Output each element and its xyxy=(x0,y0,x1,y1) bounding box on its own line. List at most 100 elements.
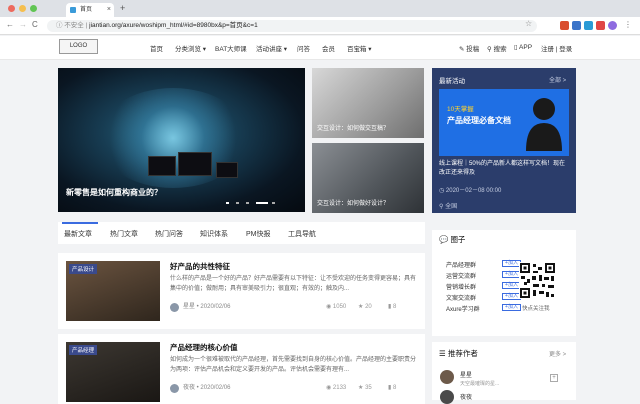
forward-icon[interactable]: → xyxy=(19,20,27,29)
monitor-image xyxy=(178,152,212,176)
article-summary: 什么样的产品是一个好的产品？好产品需要有以下特征：让不受欢迎的任务变得更容易；具… xyxy=(170,276,417,292)
activity-panel: 最新活动 全部 > 10天掌握 产品经理必备文档 线上课程｜50%的产品新人都这… xyxy=(432,68,576,213)
star-icon: ★ xyxy=(358,385,364,391)
like-count[interactable]: ★ 20 xyxy=(358,303,372,310)
tab-latest[interactable]: 最新文章 xyxy=(64,229,92,239)
article-thumbnail[interactable]: 产品设计 xyxy=(66,261,160,321)
nav-qa[interactable]: 问答 xyxy=(297,43,310,53)
carousel-dot[interactable] xyxy=(246,202,249,204)
maximize-window-icon[interactable] xyxy=(30,5,37,12)
activity-description[interactable]: 线上课程｜50%的产品新人都这样写文档！现在改正还来得及 xyxy=(439,160,569,178)
activity-banner[interactable]: 10天掌握 产品经理必备文档 xyxy=(439,89,569,156)
side-feature-caption: 交互设计：如何做交互稿？ xyxy=(317,126,390,132)
favicon-icon xyxy=(70,7,76,13)
profile-avatar[interactable] xyxy=(608,21,617,30)
back-icon[interactable]: ← xyxy=(6,20,14,29)
article-tabs: 最新文章 热门文章 热门问答 知识体系 PM快报 工具导航 xyxy=(58,222,425,244)
article-summary: 如何成为一个很难被取代的产品经理，首先需要找到自身的核心价值。产品经理的主要职责… xyxy=(170,357,417,373)
list-icon: ☰ xyxy=(439,349,446,358)
side-feature-2[interactable]: 交互设计：如何做好设计？ xyxy=(312,143,424,213)
group-item: Axure学习群 +加入 xyxy=(446,304,521,313)
minimize-window-icon[interactable] xyxy=(19,5,26,12)
new-tab-button[interactable]: + xyxy=(120,3,125,13)
article-thumbnail[interactable]: 产品经理 xyxy=(66,342,160,402)
extension-icon[interactable] xyxy=(572,21,581,30)
carousel-dot-active[interactable] xyxy=(256,202,268,204)
activity-date: ◷ 2020－02－08 00:00 xyxy=(439,188,502,194)
clock-icon: ◷ xyxy=(439,188,445,194)
tab-hot-qa[interactable]: 热门问答 xyxy=(155,229,183,239)
reload-icon[interactable]: C xyxy=(32,20,38,29)
nav-categories[interactable]: 分类浏览 ▾ xyxy=(175,43,206,53)
search-link[interactable]: ⚲ 搜索 xyxy=(487,43,507,53)
tab-knowledge[interactable]: 知识体系 xyxy=(200,229,228,239)
recommended-authors-panel: ☰ 推荐作者 更多 > 星星 天空最璀璨的星... + 夜夜 xyxy=(432,342,576,404)
avatar[interactable] xyxy=(440,390,454,404)
avatar[interactable] xyxy=(440,370,454,384)
extension-icon[interactable] xyxy=(584,21,593,30)
tab-tools[interactable]: 工具导航 xyxy=(288,229,316,239)
nav-home[interactable]: 首页 xyxy=(150,43,163,53)
article-card[interactable]: 产品经理 产品经理的核心价值 如何成为一个很难被取代的产品经理，首先需要找到自身… xyxy=(58,334,425,404)
hero-caption[interactable]: 新零售是如何重构商业的？ xyxy=(66,187,162,198)
article-author[interactable]: 夜夜 • 2020/02/06 xyxy=(170,384,230,393)
nav-bat-master[interactable]: BAT大师课 xyxy=(215,43,247,53)
qr-caption: 快点关注我 xyxy=(522,306,550,312)
group-item: 营销增长群 +加入 xyxy=(446,282,521,291)
browser-tab-bar: 首页 × + xyxy=(0,0,640,17)
save-count[interactable]: ▮ 8 xyxy=(388,384,396,391)
view-count: ◉ 2133 xyxy=(326,385,347,391)
bookmark-icon: ▮ xyxy=(388,304,392,310)
edit-icon: ✎ xyxy=(459,46,465,53)
author-name[interactable]: 星星 xyxy=(460,370,472,379)
article-title[interactable]: 好产品的共性特征 xyxy=(170,261,230,272)
hero-carousel[interactable]: 新零售是如何重构商业的？ xyxy=(58,68,305,212)
phone-icon: ▯ xyxy=(514,44,518,51)
url-input[interactable]: ⓘ 不安全 | jiantian.org/axure/woshipm_html/… xyxy=(47,20,537,32)
avatar xyxy=(170,303,179,312)
address-bar-row: ← → C ⓘ 不安全 | jiantian.org/axure/woshipm… xyxy=(0,17,640,35)
register-login-link[interactable]: 注册 | 登录 xyxy=(541,43,572,53)
follow-button[interactable]: + xyxy=(550,374,558,382)
category-badge: 产品设计 xyxy=(69,264,98,274)
activity-location: ⚲ 全国 xyxy=(439,204,458,210)
url-text: jiantian.org/axure/woshipm_html/#id=8980… xyxy=(89,22,258,29)
carousel-dot[interactable] xyxy=(236,202,239,204)
join-button[interactable]: +加入 xyxy=(502,304,521,311)
menu-kebab-icon[interactable]: ⋮ xyxy=(624,20,632,29)
tab-hot-articles[interactable]: 热门文章 xyxy=(110,229,138,239)
extension-icon[interactable] xyxy=(596,21,605,30)
submit-link[interactable]: ✎ 投稿 xyxy=(459,43,479,53)
author-desc: 天空最璀璨的星... xyxy=(460,381,500,387)
article-title[interactable]: 产品经理的核心价值 xyxy=(170,342,238,353)
like-count[interactable]: ★ 35 xyxy=(358,384,372,391)
qr-code-icon xyxy=(519,262,556,299)
site-logo[interactable]: LOGO xyxy=(59,39,98,54)
save-count[interactable]: ▮ 8 xyxy=(388,303,396,310)
nav-events[interactable]: 活动讲座 ▾ xyxy=(256,43,287,53)
tab-close-icon[interactable]: × xyxy=(107,3,111,17)
nav-toolbox[interactable]: 百宝箱 ▾ xyxy=(347,43,372,53)
banner-line-1: 10天掌握 xyxy=(447,106,474,113)
site-header: LOGO 首页 分类浏览 ▾ BAT大师课 活动讲座 ▾ 问答 会员 百宝箱 ▾… xyxy=(0,36,640,60)
activity-title: 最新活动 xyxy=(439,78,465,85)
article-card[interactable]: 产品设计 好产品的共性特征 什么样的产品是一个好的产品？好产品需要有以下特征：让… xyxy=(58,253,425,329)
bookmark-star-icon[interactable]: ☆ xyxy=(525,19,532,28)
carousel-dot[interactable] xyxy=(272,202,275,204)
star-icon: ★ xyxy=(358,304,364,310)
authors-more-link[interactable]: 更多 > xyxy=(549,349,566,358)
article-author[interactable]: 星星 • 2020/02/06 xyxy=(170,303,230,312)
banner-line-2: 产品经理必备文档 xyxy=(447,116,511,125)
app-link[interactable]: ▯ APP xyxy=(514,43,532,51)
category-badge: 产品经理 xyxy=(69,345,98,355)
carousel-dot[interactable] xyxy=(226,202,229,204)
close-window-icon[interactable] xyxy=(8,5,15,12)
nav-membership[interactable]: 会员 xyxy=(322,43,335,53)
security-indicator[interactable]: ⓘ 不安全 | xyxy=(56,22,87,29)
tab-pm-news[interactable]: PM快报 xyxy=(246,229,271,239)
view-count: ◉ 1050 xyxy=(326,304,347,310)
browser-tab[interactable]: 首页 × xyxy=(66,3,114,17)
activity-more-link[interactable]: 全部 > xyxy=(549,75,566,84)
extension-icon[interactable] xyxy=(560,21,569,30)
side-feature-1[interactable]: 交互设计：如何做交互稿？ xyxy=(312,68,424,138)
